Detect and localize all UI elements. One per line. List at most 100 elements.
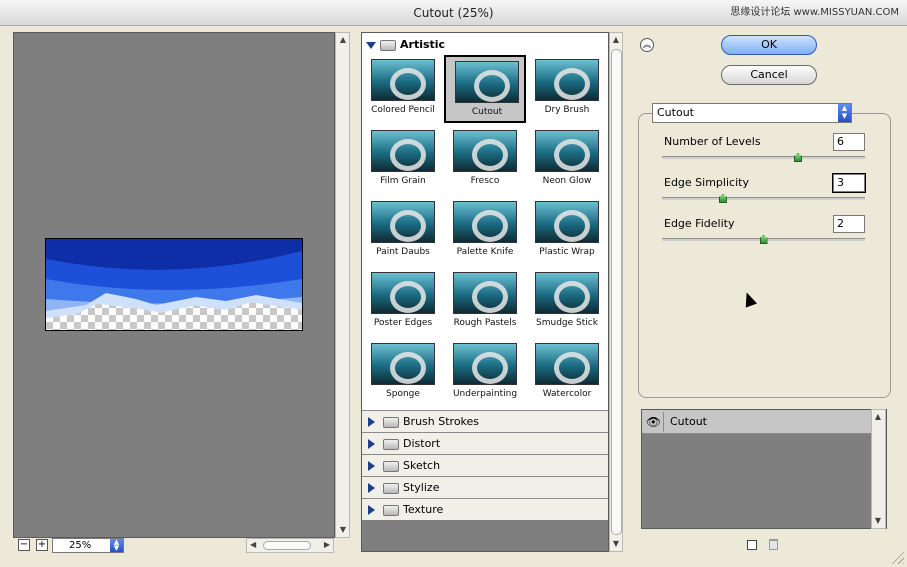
scroll-right-icon[interactable]: ▶ — [324, 540, 330, 549]
filter-preview-image — [371, 343, 435, 385]
eye-icon[interactable]: 👁 — [644, 412, 664, 432]
scroll-up-icon[interactable]: ▲ — [337, 34, 349, 46]
filter-label: Paint Daubs — [376, 247, 430, 257]
horizontal-scroll-thumb[interactable] — [263, 541, 311, 550]
param-label: Number of Levels — [664, 135, 761, 148]
zoom-dropdown-icon[interactable]: ▲ ▼ — [110, 539, 123, 552]
zoom-out-button[interactable]: − — [18, 539, 30, 551]
filter-thumbnail[interactable]: Smudge Stick — [526, 268, 608, 336]
filter-preview-image — [453, 130, 517, 172]
artistic-category-panel: Artistic Colored Pencil Cutout Dry Brush Fi… — [362, 33, 608, 411]
folder-icon — [383, 482, 399, 494]
ok-button[interactable]: OK — [721, 35, 817, 55]
preview-vertical-scrollbar[interactable]: ▲ ▼ — [335, 32, 350, 538]
expand-triangle-icon — [368, 461, 375, 471]
param-value-field[interactable]: 3 — [832, 173, 866, 193]
scroll-down-icon[interactable]: ▼ — [337, 524, 349, 536]
param-slider-track[interactable] — [662, 156, 865, 159]
category-row[interactable]: Sketch — [362, 454, 608, 476]
new-effect-layer-icon[interactable] — [747, 540, 757, 550]
filter-preview-image — [453, 201, 517, 243]
layer-row[interactable]: 👁 Cutout — [642, 410, 872, 434]
filter-thumbnail[interactable]: Sponge — [362, 339, 444, 407]
layers-scrollbar[interactable]: ▲ ▼ — [871, 409, 886, 529]
scroll-left-icon[interactable]: ◀ — [250, 540, 256, 549]
select-arrows-icon[interactable]: ▲ ▼ — [838, 104, 851, 122]
scroll-up-icon[interactable]: ▲ — [872, 411, 884, 423]
effect-layers-panel: 👁 Cutout — [641, 409, 887, 529]
filter-thumbnail[interactable]: Plastic Wrap — [526, 197, 608, 265]
filter-thumbnail[interactable]: Fresco — [444, 126, 526, 194]
param-slider-track[interactable] — [662, 197, 865, 200]
filter-select[interactable]: Cutout — [652, 103, 852, 123]
filter-preview-image — [453, 272, 517, 314]
category-artistic[interactable]: Artistic — [366, 37, 445, 53]
collapse-gallery-icon[interactable]: ︽ — [640, 38, 654, 52]
expand-triangle-icon — [368, 505, 375, 515]
filter-label: Cutout — [471, 107, 503, 117]
zoom-in-button[interactable]: + — [36, 539, 48, 551]
folder-icon — [383, 504, 399, 516]
category-row[interactable]: Brush Strokes — [362, 410, 608, 432]
category-label: Texture — [403, 503, 444, 516]
category-row[interactable]: Texture — [362, 498, 608, 520]
filter-label: Neon Glow — [542, 176, 592, 186]
gallery-scroll-thumb[interactable] — [611, 49, 622, 535]
filter-label: Fresco — [470, 176, 500, 186]
trash-icon[interactable] — [769, 539, 778, 550]
preview-horizontal-scrollbar[interactable]: ◀ ▶ — [246, 538, 334, 553]
filter-thumbnail[interactable]: Rough Pastels — [444, 268, 526, 336]
filter-preview-image — [453, 343, 517, 385]
filter-thumbnail[interactable]: Paint Daubs — [362, 197, 444, 265]
category-label: Sketch — [403, 459, 441, 472]
expand-triangle-icon — [368, 483, 375, 493]
filter-label: Sponge — [386, 389, 420, 399]
filter-preview-image — [371, 130, 435, 172]
filter-thumbnail[interactable]: Watercolor — [526, 339, 608, 407]
category-row[interactable]: Distort — [362, 432, 608, 454]
filter-label: Plastic Wrap — [539, 247, 595, 257]
preview-image[interactable] — [45, 238, 303, 331]
expand-triangle-icon — [366, 41, 376, 49]
param-value-field[interactable]: 6 — [833, 133, 865, 151]
param-value-field[interactable]: 2 — [833, 215, 865, 233]
folder-icon — [380, 39, 396, 51]
filter-preview-image — [535, 59, 599, 101]
param-label: Edge Simplicity — [664, 176, 749, 189]
filter-preview-image — [371, 272, 435, 314]
filter-thumbnail[interactable]: Dry Brush — [526, 55, 608, 123]
cancel-button[interactable]: Cancel — [721, 65, 817, 85]
category-label: Stylize — [403, 481, 440, 494]
filter-thumbnail[interactable]: Film Grain — [362, 126, 444, 194]
filter-thumbnail[interactable]: Palette Knife — [444, 197, 526, 265]
category-label: Brush Strokes — [403, 415, 480, 428]
filter-label: Rough Pastels — [453, 318, 517, 328]
filter-label: Poster Edges — [373, 318, 433, 328]
folder-icon — [383, 416, 399, 428]
filter-preview-image — [535, 343, 599, 385]
scroll-up-icon[interactable]: ▲ — [610, 34, 622, 46]
filter-preview-image — [371, 201, 435, 243]
folder-icon — [383, 438, 399, 450]
category-label: Distort — [403, 437, 441, 450]
gallery-scrollbar[interactable]: ▲ ▼ — [609, 32, 623, 552]
filter-thumbnail[interactable]: Colored Pencil — [362, 55, 444, 123]
filter-label: Watercolor — [542, 389, 592, 399]
category-label: Artistic — [400, 38, 446, 51]
filter-thumbnail[interactable]: Poster Edges — [362, 268, 444, 336]
scroll-down-icon[interactable]: ▼ — [872, 515, 884, 527]
filter-thumbnail[interactable]: Neon Glow — [526, 126, 608, 194]
category-row[interactable]: Stylize — [362, 476, 608, 498]
filter-preview-image — [455, 61, 519, 103]
filter-preview-image — [535, 201, 599, 243]
filter-thumbnail[interactable]: Underpainting — [444, 339, 526, 407]
filter-label: Dry Brush — [544, 105, 590, 115]
expand-triangle-icon — [368, 417, 375, 427]
filter-preview-image — [371, 59, 435, 101]
filter-thumbnail[interactable]: Cutout — [444, 55, 526, 123]
layer-name: Cutout — [670, 415, 707, 428]
scroll-down-icon[interactable]: ▼ — [610, 538, 622, 550]
filter-label: Colored Pencil — [371, 105, 435, 115]
filter-label: Underpainting — [452, 389, 518, 399]
resize-grip-icon[interactable] — [890, 550, 904, 564]
